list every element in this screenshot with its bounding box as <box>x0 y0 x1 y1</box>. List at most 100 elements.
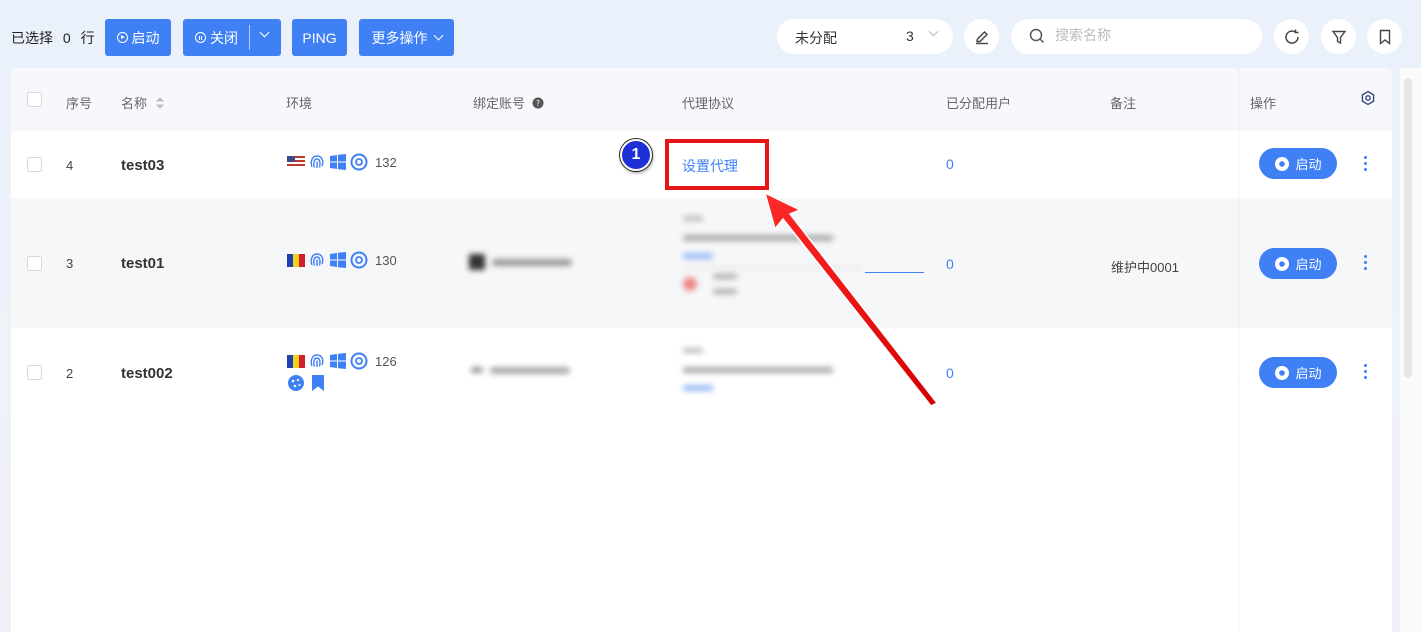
toolbar: 已选择 0 行 启动 关闭 PING 更多操作 未分配 3 <box>0 0 1421 68</box>
highlight-box <box>665 139 769 190</box>
fingerprint-icon <box>310 253 324 266</box>
row-note: 维护中0001 <box>1111 260 1179 275</box>
step-badge: 1 <box>620 139 652 171</box>
bookmark-button[interactable] <box>1367 19 1402 54</box>
andorra-flag-icon <box>287 354 305 368</box>
filter-value: 未分配 <box>795 30 837 46</box>
refresh-icon <box>1284 29 1299 44</box>
pause-circle-icon <box>195 32 206 43</box>
ping-button[interactable]: PING <box>292 19 347 56</box>
fixed-column-shadow <box>1238 68 1240 632</box>
header-name[interactable]: 名称 <box>121 93 165 112</box>
chrome-icon <box>1275 365 1290 380</box>
row-more-icon[interactable] <box>1364 364 1368 380</box>
step-number: 1 <box>631 146 641 163</box>
env-count: 132 <box>375 154 397 170</box>
search-icon <box>1029 28 1045 44</box>
selected-suffix: 行 <box>80 30 95 46</box>
chrome-icon <box>1275 156 1290 171</box>
header-index: 序号 <box>66 96 93 111</box>
chrome-icon <box>350 251 368 269</box>
row-start-label: 启动 <box>1295 157 1322 172</box>
select-all-checkbox[interactable] <box>27 92 42 107</box>
scrollbar-thumb[interactable] <box>1404 78 1412 378</box>
more-actions-button[interactable]: 更多操作 <box>359 19 454 56</box>
bookmark-icon <box>1379 29 1390 45</box>
row-index: 2 <box>66 366 74 381</box>
cookie-icon <box>288 375 304 391</box>
close-button-label: 关闭 <box>210 29 238 46</box>
chevron-down-icon[interactable] <box>259 27 270 38</box>
assigned-users-count[interactable]: 0 <box>946 256 954 272</box>
fingerprint-icon <box>310 354 324 367</box>
search-input[interactable] <box>1055 27 1245 43</box>
help-icon[interactable]: ? <box>532 97 544 109</box>
row-start-label: 启动 <box>1295 366 1322 381</box>
row-index: 3 <box>66 256 74 271</box>
filter-button[interactable] <box>1321 19 1356 54</box>
header-account-label: 绑定账号 <box>473 96 526 111</box>
row-checkbox[interactable] <box>27 365 42 380</box>
selected-count: 0 <box>62 30 71 46</box>
row-more-icon[interactable] <box>1364 156 1368 172</box>
env-count: 126 <box>375 353 397 369</box>
chevron-down-icon <box>928 26 939 37</box>
header-note: 备注 <box>1110 96 1137 111</box>
chrome-icon <box>350 352 368 370</box>
funnel-icon <box>1331 30 1346 44</box>
header-account: 绑定账号 ? <box>473 93 544 112</box>
profile-name[interactable]: test002 <box>121 365 173 382</box>
assigned-users-count[interactable]: 0 <box>946 365 954 381</box>
bookmark-icon <box>312 375 324 391</box>
us-flag-icon <box>287 156 305 168</box>
profile-name[interactable]: test03 <box>121 157 164 174</box>
row-checkbox[interactable] <box>27 157 42 172</box>
env-icons: 126 <box>287 352 397 370</box>
selection-summary: 已选择 0 行 <box>11 28 101 48</box>
table-row[interactable]: 3 test01 130 0 维护中0001 启动 <box>11 198 1392 328</box>
fingerprint-icon <box>310 155 324 168</box>
env-icons: 130 <box>287 251 397 269</box>
header-users: 已分配用户 <box>946 96 1012 111</box>
windows-icon <box>330 154 346 170</box>
blurred-account <box>471 364 581 382</box>
search-box[interactable] <box>1011 19 1262 54</box>
assigned-users-count[interactable]: 0 <box>946 156 954 172</box>
blurred-proxy-info <box>683 344 853 404</box>
table-row[interactable]: 2 test002 126 0 启动 <box>11 328 1392 418</box>
row-start-button[interactable]: 启动 <box>1259 248 1337 279</box>
pencil-icon <box>975 30 988 44</box>
row-more-icon[interactable] <box>1364 255 1368 271</box>
ping-button-label: PING <box>302 29 337 46</box>
row-checkbox[interactable] <box>27 256 42 271</box>
column-settings-icon[interactable] <box>1360 90 1376 106</box>
andorra-flag-icon <box>287 253 305 267</box>
env-count: 130 <box>375 252 397 268</box>
start-button-label: 启动 <box>131 29 160 46</box>
close-button[interactable]: 关闭 <box>183 19 281 56</box>
assignment-filter-dropdown[interactable]: 未分配 3 <box>777 19 953 54</box>
refresh-button[interactable] <box>1274 19 1309 54</box>
blurred-account <box>469 254 579 272</box>
filter-count: 3 <box>906 28 914 44</box>
row-start-button[interactable]: 启动 <box>1259 148 1337 179</box>
chrome-icon <box>1275 256 1290 271</box>
header-ops: 操作 <box>1250 96 1277 111</box>
proxy-underline <box>865 272 924 273</box>
row-start-label: 启动 <box>1295 257 1322 272</box>
split-divider <box>249 25 250 50</box>
edit-button[interactable] <box>964 19 999 54</box>
more-actions-label: 更多操作 <box>371 29 428 46</box>
env-extra-icons <box>287 374 326 392</box>
sort-icon <box>155 97 164 109</box>
vertical-scrollbar[interactable] <box>1400 68 1421 632</box>
row-index: 4 <box>66 158 74 173</box>
selected-prefix: 已选择 <box>11 30 53 46</box>
windows-icon <box>330 353 346 369</box>
svg-text:?: ? <box>536 99 540 108</box>
table-header: 序号 名称 环境 绑定账号 ? 代理协议 已分配用户 备注 操作 <box>11 68 1392 131</box>
profile-name[interactable]: test01 <box>121 255 164 272</box>
row-start-button[interactable]: 启动 <box>1259 357 1337 388</box>
chevron-down-icon <box>433 30 443 41</box>
start-button[interactable]: 启动 <box>105 19 171 56</box>
